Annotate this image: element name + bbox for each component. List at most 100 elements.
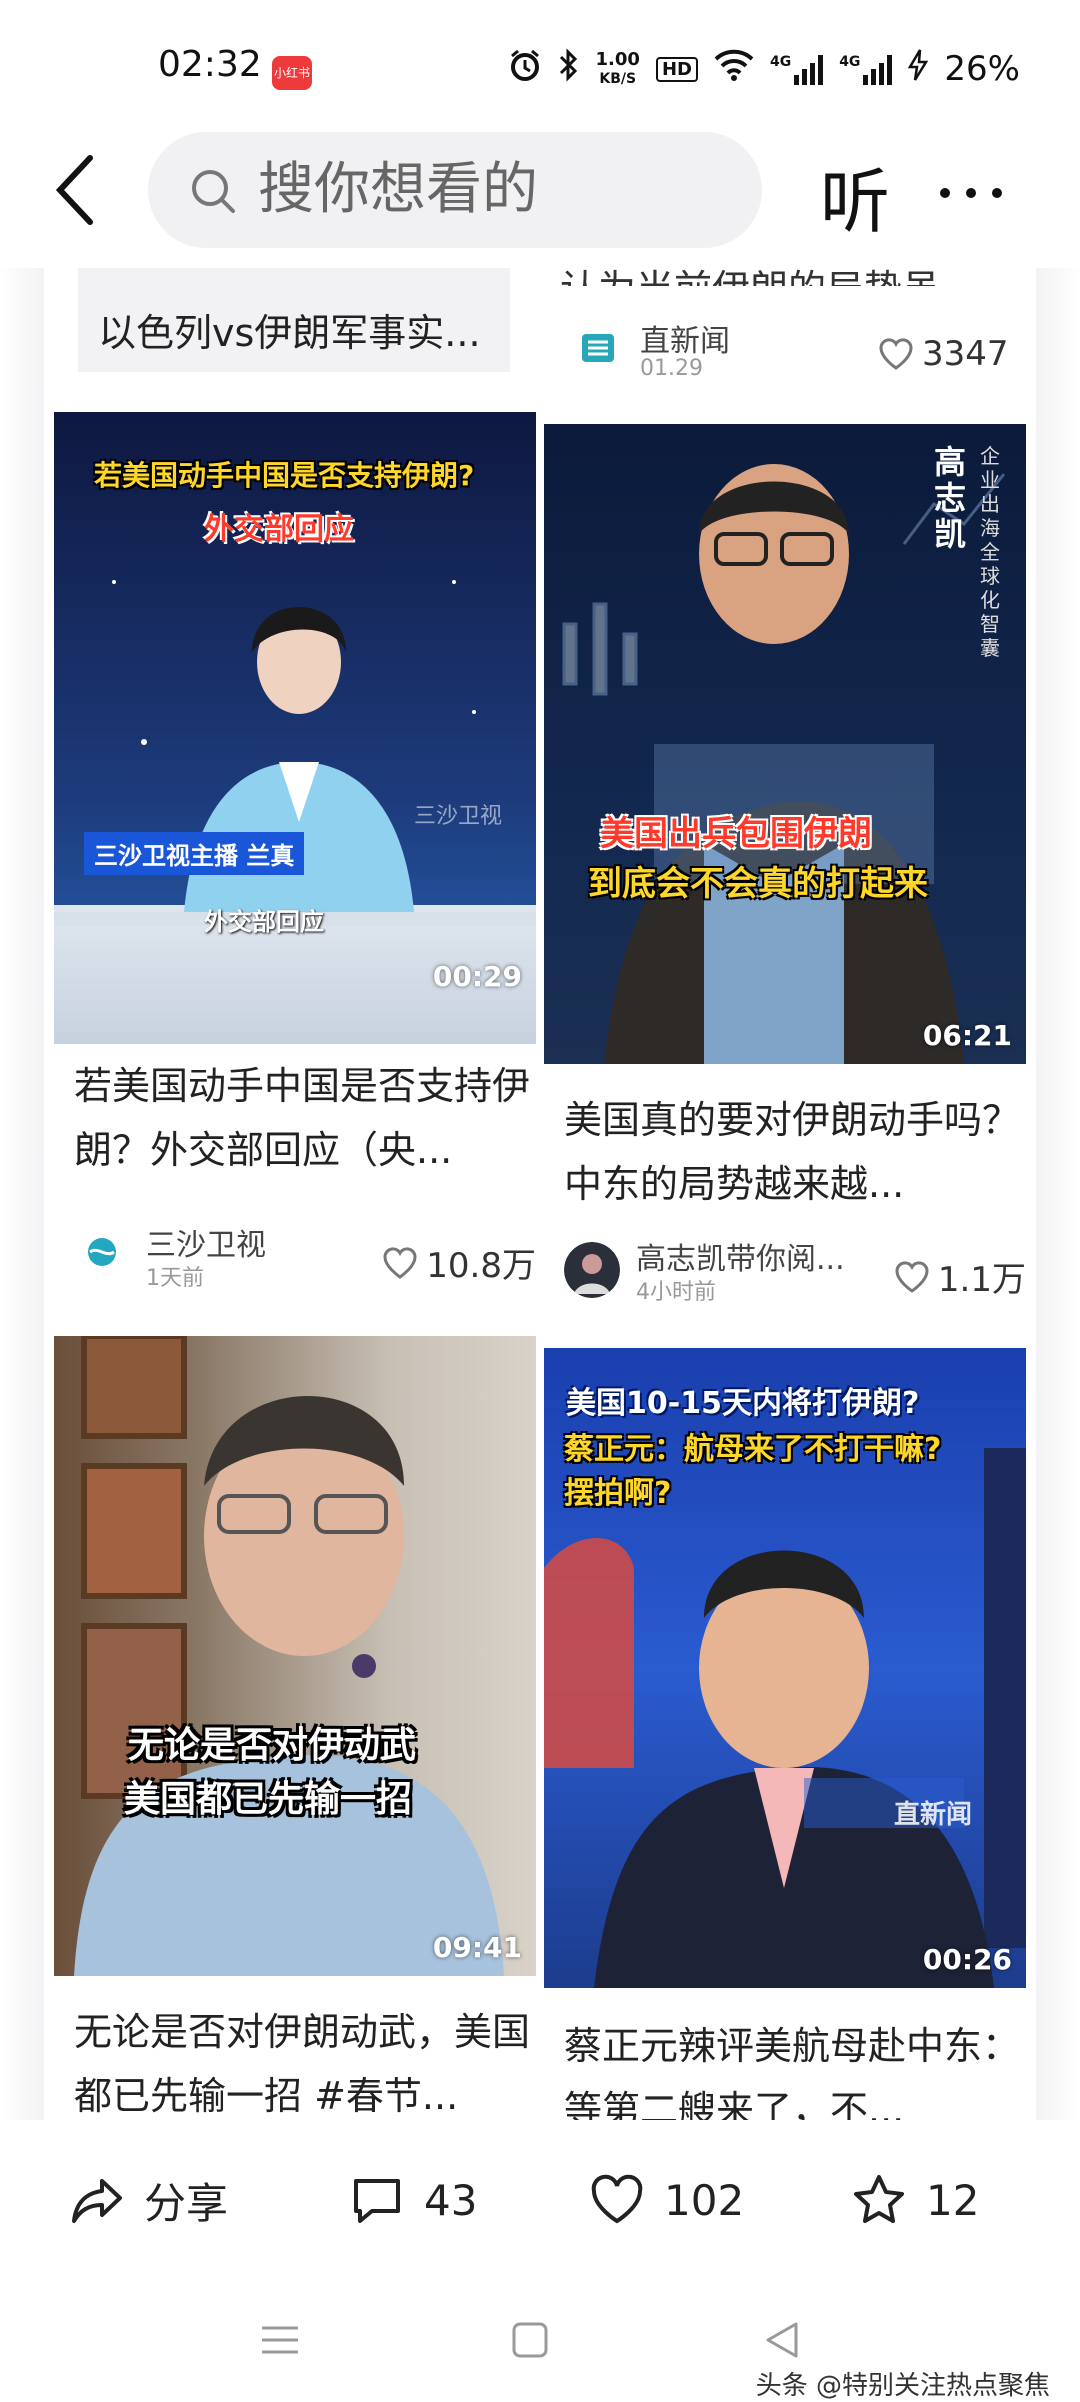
dot-icon [992, 188, 1002, 198]
sig2-label: 4G [839, 54, 861, 70]
like-count: 1.1万 [937, 1260, 1026, 1300]
thumbnail-subheadline: 到底会不会真的打起来 [588, 864, 928, 904]
net-speed: 1.00 KB/S [595, 48, 640, 88]
video-duration: 00:29 [432, 960, 522, 993]
heart-icon [383, 1246, 417, 1279]
back-triangle-icon [766, 2322, 798, 2358]
search-input[interactable]: 搜你想看的 [148, 132, 762, 248]
home-nav-button[interactable] [500, 2310, 560, 2370]
speaker-name: 高志凯 [934, 443, 967, 553]
top-right-card-author: 直新闻 [640, 324, 730, 359]
author-avatar[interactable] [564, 1242, 620, 1298]
video-feed[interactable]: 以色列vs伊朗军事实... 认为当前伊朗的局势虽... 直新闻 01.29 33… [0, 268, 1080, 2120]
thumbnail-headline: 美国出兵包围伊朗 [600, 814, 872, 854]
thumbnail-headline: 美国10-15天内将打伊朗? [566, 1386, 920, 1421]
video-title[interactable]: 蔡正元辣评美航母赴中东：等第二艘来了，不... [564, 2014, 1024, 2120]
video-meta-row: 高志凯带你阅... 4小时前 1.1万 [564, 1234, 1026, 1305]
video-duration: 09:41 [432, 1931, 522, 1964]
favorite-count: 12 [926, 2175, 980, 2225]
listen-button[interactable]: 听 [820, 146, 890, 247]
channel-watermark: 直新闻 [894, 1800, 973, 1830]
thumbnail-subheadline-2: 摆拍啊? [564, 1476, 672, 1511]
back-button[interactable] [48, 150, 108, 230]
net-speed-unit: KB/S [599, 70, 637, 87]
menu-nav-button[interactable] [250, 2310, 310, 2370]
video-title[interactable]: 若美国动手中国是否支持伊朗？外交部回应（央... [74, 1054, 534, 1182]
wifi-icon [714, 49, 754, 89]
action-bar: 分享 43 102 12 [0, 2130, 1080, 2280]
heart-icon [895, 1260, 929, 1293]
video-thumbnail[interactable]: 高志凯 企业出海全球化智囊 美国出兵包围伊朗 到底会不会真的打起来 06:21 [544, 424, 1026, 1064]
video-title[interactable]: 无论是否对伊朗动武，美国都已先输一招 #春节... [74, 2000, 534, 2120]
comment-count: 43 [424, 2175, 478, 2225]
back-nav-button[interactable] [752, 2310, 812, 2370]
share-icon [72, 2179, 122, 2223]
video-card[interactable]: 无论是否对伊动武 美国都已先输一招 09:41 [54, 1336, 536, 1976]
video-thumbnail[interactable]: 美国10-15天内将打伊朗? 蔡正元：航母来了不打干嘛? 摆拍啊? 直新闻 00… [544, 1348, 1026, 1988]
net-speed-value: 1.00 [595, 48, 640, 70]
hd-voice-icon: HD [655, 56, 698, 82]
xiaohongshu-badge-icon: 小红书 [272, 56, 312, 90]
home-square-icon [512, 2322, 548, 2358]
search-icon [192, 170, 235, 213]
more-options-button[interactable] [940, 188, 1002, 198]
video-meta-row: 三沙卫视 1天前 10.8万 [74, 1220, 536, 1291]
thumbnail-subheadline: 美国都已先输一招 [124, 1779, 413, 1820]
author-name[interactable]: 高志凯带你阅... [636, 1234, 845, 1278]
search-placeholder: 搜你想看的 [258, 157, 538, 222]
battery-percentage: 26% [944, 49, 1020, 89]
thumbnail-subheadline: 外交部回应 [204, 512, 354, 547]
thumbnail-subheadline: 蔡正元：航母来了不打干嘛? [564, 1432, 942, 1467]
video-thumbnail[interactable]: 若美国动手中国是否支持伊朗? 外交部回应 三沙卫视主播 兰真 外交部回应 三沙卫… [54, 412, 536, 1044]
post-time: 4小时前 [636, 1280, 716, 1305]
like-post-count: 102 [664, 2175, 745, 2225]
video-title[interactable]: 美国真的要对伊朗动手吗？ 中东的局势越来越... [564, 1088, 1024, 1216]
heart-icon [879, 338, 913, 370]
top-right-card-title[interactable]: 认为当前伊朗的局势虽... [560, 268, 976, 286]
anchor-caption: 三沙卫视主播 兰真 [84, 832, 305, 875]
charging-icon [908, 49, 929, 89]
top-left-card[interactable]: 以色列vs伊朗军事实... [78, 268, 510, 372]
like-count: 10.8万 [426, 1246, 536, 1286]
star-icon [854, 2175, 904, 2223]
comment-button[interactable]: 43 [350, 2170, 477, 2230]
like-button[interactable]: 1.1万 [894, 1252, 1026, 1301]
alarm-icon [508, 48, 542, 90]
speaker-illustration [74, 1336, 504, 1976]
video-card[interactable]: 高志凯 企业出海全球化智囊 美国出兵包围伊朗 到底会不会真的打起来 06:21 [544, 424, 1026, 1064]
menu-icon [262, 2326, 298, 2354]
dot-icon [940, 188, 950, 198]
top-left-card-title: 以色列vs伊朗军事实... [98, 311, 481, 355]
bluetooth-icon [558, 48, 580, 90]
feed-edge-left [0, 268, 44, 2120]
favorite-button[interactable]: 12 [852, 2170, 979, 2230]
zhixinwen-avatar [578, 328, 618, 368]
video-card[interactable]: 若美国动手中国是否支持伊朗? 外交部回应 三沙卫视主播 兰真 外交部回应 三沙卫… [54, 412, 536, 1044]
author-name[interactable]: 三沙卫视 [146, 1220, 266, 1264]
sig1-label: 4G [769, 54, 792, 70]
video-duration: 06:21 [922, 1019, 1012, 1052]
sansha-tv-avatar[interactable] [74, 1228, 130, 1284]
post-time: 1天前 [146, 1266, 204, 1291]
video-thumbnail[interactable]: 无论是否对伊动武 美国都已先输一招 09:41 [54, 1336, 536, 1976]
thumbnail-caption: 外交部回应 [204, 908, 324, 936]
video-card[interactable]: 美国10-15天内将打伊朗? 蔡正元：航母来了不打干嘛? 摆拍啊? 直新闻 00… [544, 1348, 1026, 1988]
chevron-left-icon [55, 155, 93, 225]
channel-watermark: 三沙卫视 [414, 804, 503, 829]
cellular-signal-1-icon: 4G [769, 53, 824, 85]
like-post-button[interactable]: 102 [590, 2170, 744, 2230]
video-duration: 00:26 [922, 1943, 1012, 1976]
top-right-card-likes-count: 3347 [922, 334, 1009, 374]
status-time: 02:32 [158, 44, 262, 85]
thumbnail-headline: 若美国动手中国是否支持伊朗? [94, 459, 475, 492]
heart-icon [591, 2174, 643, 2224]
comment-icon [354, 2179, 400, 2223]
status-bar: 02:32 小红书 1.00 KB/S HD 4G 4G 26% [0, 0, 1080, 130]
top-right-card-likes[interactable]: 3347 [878, 334, 1009, 374]
like-button[interactable]: 10.8万 [382, 1238, 536, 1287]
status-icons: 1.00 KB/S HD 4G 4G 26% [508, 44, 1020, 94]
share-label: 分享 [144, 2178, 229, 2228]
toutiao-watermark: 头条 @特别关注热点聚焦 [755, 2371, 1050, 2401]
share-button[interactable]: 分享 [70, 2170, 228, 2230]
dot-icon [966, 188, 976, 198]
